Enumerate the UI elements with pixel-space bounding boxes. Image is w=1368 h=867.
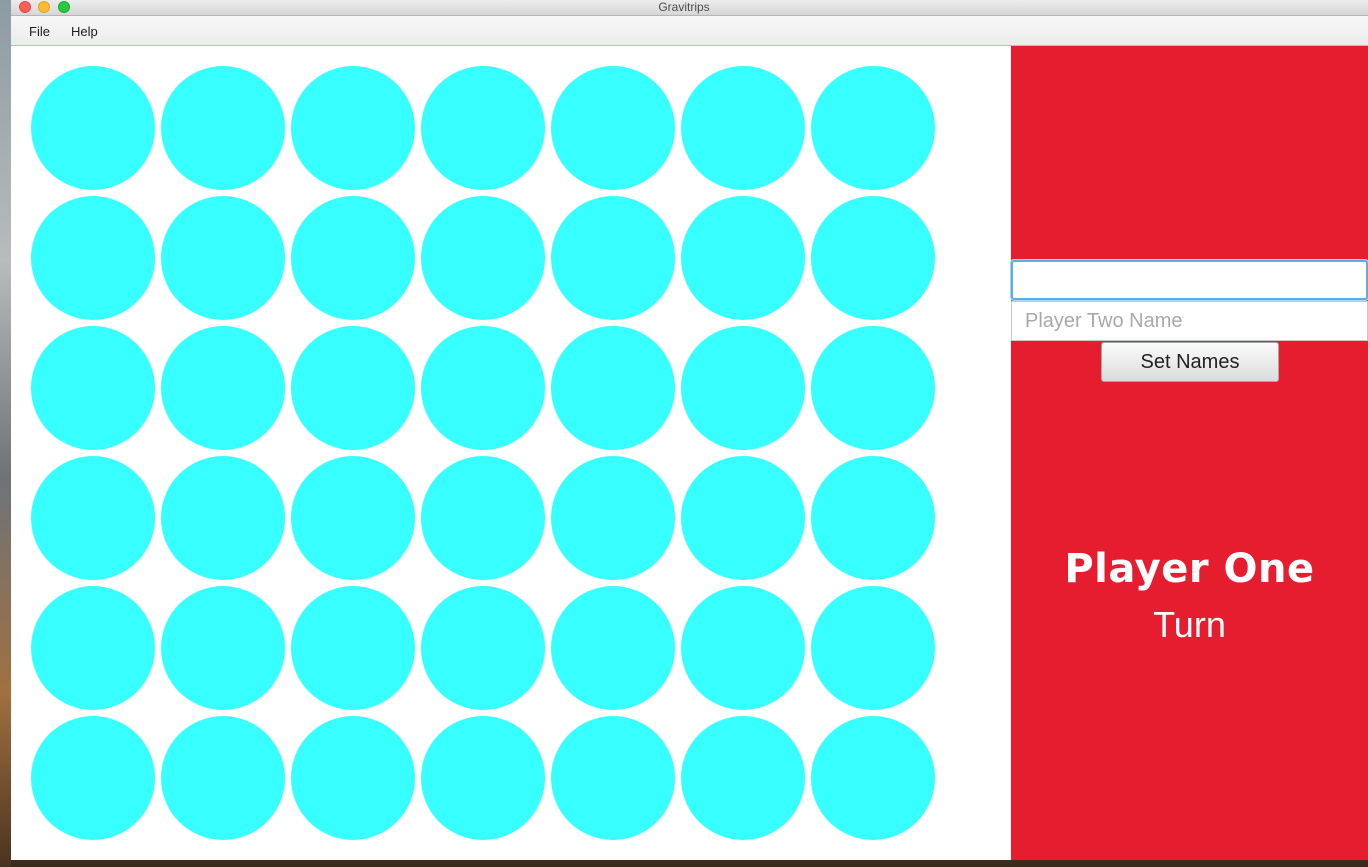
- board-slot[interactable]: [291, 326, 415, 450]
- board-slot[interactable]: [551, 456, 675, 580]
- player-two-name-input[interactable]: [1011, 301, 1368, 341]
- board-slot[interactable]: [811, 326, 935, 450]
- board-slot[interactable]: [421, 716, 545, 840]
- board-slot[interactable]: [161, 456, 285, 580]
- board-slot[interactable]: [551, 586, 675, 710]
- board-slot[interactable]: [31, 456, 155, 580]
- board-slot[interactable]: [161, 326, 285, 450]
- board-slot[interactable]: [31, 326, 155, 450]
- board-slot[interactable]: [681, 716, 805, 840]
- board-slot[interactable]: [681, 456, 805, 580]
- menu-help[interactable]: Help: [71, 16, 98, 45]
- side-panel: Set Names Player One Turn: [1011, 46, 1368, 860]
- board-slot[interactable]: [811, 716, 935, 840]
- menu-bar: File Help: [11, 16, 1368, 46]
- board-slot[interactable]: [291, 66, 415, 190]
- board-slot[interactable]: [291, 586, 415, 710]
- desktop-background: [0, 0, 11, 867]
- board-slot[interactable]: [811, 196, 935, 320]
- board-slot[interactable]: [421, 586, 545, 710]
- board-slot[interactable]: [681, 586, 805, 710]
- board-slot[interactable]: [291, 716, 415, 840]
- board-slot[interactable]: [421, 326, 545, 450]
- menu-file[interactable]: File: [29, 16, 50, 45]
- board-slot[interactable]: [811, 586, 935, 710]
- board-slot[interactable]: [551, 716, 675, 840]
- window-title: Gravitrips: [658, 0, 710, 14]
- title-bar: Gravitrips: [11, 0, 1368, 16]
- set-names-button[interactable]: Set Names: [1101, 342, 1279, 382]
- app-window: Gravitrips File Help Set Names Player On…: [11, 0, 1368, 860]
- board-slot[interactable]: [31, 716, 155, 840]
- player-one-name-input[interactable]: [1011, 260, 1368, 300]
- board-slot[interactable]: [681, 326, 805, 450]
- board-slot[interactable]: [161, 66, 285, 190]
- board-slot[interactable]: [681, 196, 805, 320]
- board-slot[interactable]: [161, 586, 285, 710]
- board-slot[interactable]: [421, 456, 545, 580]
- board-slot[interactable]: [291, 196, 415, 320]
- board-slot[interactable]: [551, 66, 675, 190]
- current-player-label: Player One: [1064, 546, 1315, 592]
- board-slot[interactable]: [31, 66, 155, 190]
- board-slot[interactable]: [811, 456, 935, 580]
- board-slot[interactable]: [31, 196, 155, 320]
- board-slot[interactable]: [291, 456, 415, 580]
- board-slot[interactable]: [811, 66, 935, 190]
- board-slot[interactable]: [161, 716, 285, 840]
- board-slot[interactable]: [551, 326, 675, 450]
- board-slot[interactable]: [421, 66, 545, 190]
- board-slot[interactable]: [31, 586, 155, 710]
- board-slot[interactable]: [551, 196, 675, 320]
- board-slot[interactable]: [421, 196, 545, 320]
- turn-label: Turn: [1153, 604, 1226, 645]
- board-slot[interactable]: [161, 196, 285, 320]
- board-slot[interactable]: [681, 66, 805, 190]
- game-board: [11, 46, 1011, 860]
